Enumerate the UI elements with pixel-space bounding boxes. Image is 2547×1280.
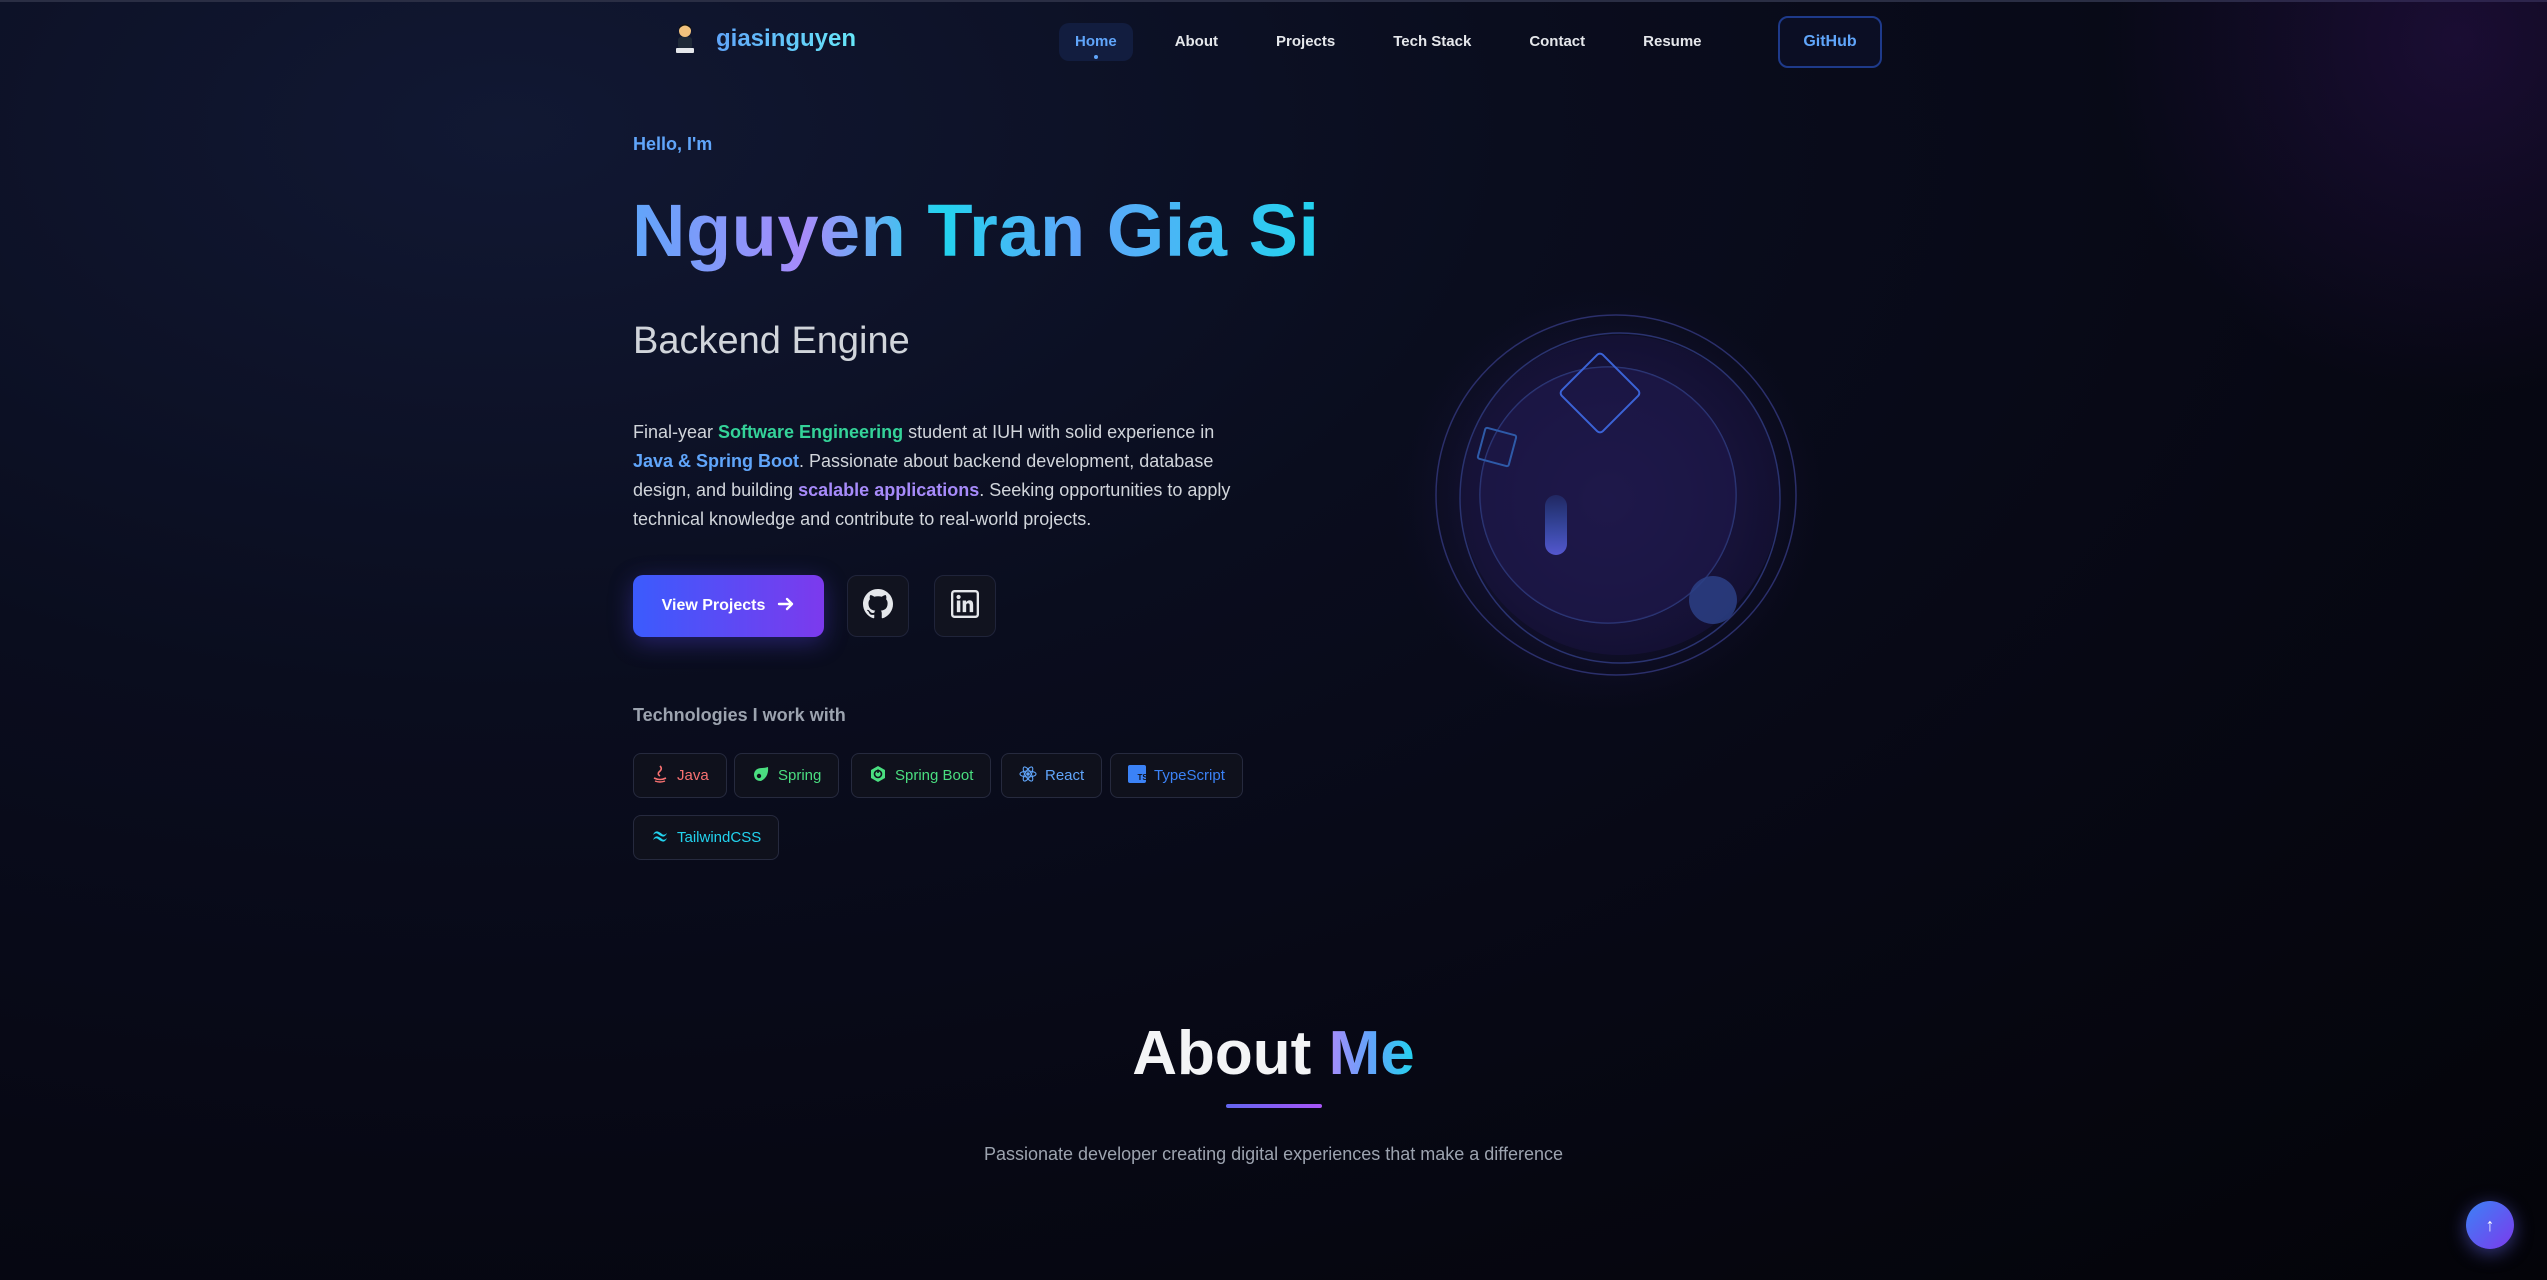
desc-highlight-java-spring: Java & Spring Boot — [633, 451, 800, 471]
svg-text:TS: TS — [1138, 773, 1147, 782]
tech-chip-spring-boot[interactable]: Spring Boot — [851, 753, 992, 798]
typescript-icon: TS — [1128, 764, 1148, 787]
desc-text: Final-year — [633, 422, 719, 442]
nav-link-resume[interactable]: Resume — [1627, 23, 1717, 61]
about-divider — [1226, 1104, 1322, 1108]
tech-chip-label: Spring — [778, 767, 822, 784]
tech-chip-react[interactable]: React — [1001, 753, 1103, 798]
nav-link-contact[interactable]: Contact — [1513, 23, 1601, 61]
hero-description: Final-year Software Engineering student … — [633, 418, 1253, 534]
desc-highlight-software-engineering: Software Engineering — [718, 422, 904, 442]
brand-name: giasinguyen — [716, 25, 857, 52]
tech-chip-java[interactable]: Java — [633, 753, 727, 798]
about-title: About Me — [0, 1018, 2547, 1089]
about-title-highlight: Me — [1328, 1019, 1415, 1088]
tech-chip-label: TailwindCSS — [677, 829, 762, 846]
nav-link-home[interactable]: Home — [1059, 23, 1133, 61]
desc-highlight-scalable: scalable applications — [798, 480, 980, 500]
hero-role: Backend Engine — [633, 320, 910, 362]
tech-chip-label: Java — [677, 767, 709, 784]
nav-links: Home About Projects Tech Stack Contact R… — [1059, 23, 1744, 61]
desc-text: student at IUH with solid experience in — [903, 422, 1215, 442]
hero-name: Nguyen Tran Gia Si — [632, 189, 1320, 272]
linkedin-social-button[interactable] — [934, 575, 996, 637]
tailwind-icon — [651, 827, 669, 849]
react-icon — [1019, 765, 1037, 787]
technologies-title: Technologies I work with — [633, 705, 846, 725]
tech-chip-tailwindcss[interactable]: TailwindCSS — [633, 815, 780, 860]
github-button[interactable]: GitHub — [1778, 16, 1882, 68]
tech-chip-spring[interactable]: Spring — [734, 753, 840, 798]
tech-chip-typescript[interactable]: TS TypeScript — [1110, 753, 1243, 798]
hero-illustration — [1380, 285, 1840, 715]
view-projects-button[interactable]: View Projects — [633, 575, 824, 637]
tech-chip-label: Spring Boot — [895, 767, 974, 784]
tech-chip-label: React — [1045, 767, 1085, 784]
nav-link-about[interactable]: About — [1159, 23, 1234, 61]
spring-icon — [752, 765, 770, 787]
java-icon — [651, 764, 669, 787]
scroll-to-top-button[interactable]: ↑ — [2466, 1201, 2514, 1249]
nav-link-tech-stack[interactable]: Tech Stack — [1377, 23, 1487, 61]
github-icon — [863, 588, 893, 624]
hero-greeting: Hello, I'm — [633, 134, 713, 154]
brand[interactable]: giasinguyen — [670, 22, 856, 56]
tech-chip-label: TypeScript — [1154, 767, 1225, 784]
navbar: giasinguyen Home About Projects Tech Sta… — [0, 0, 2547, 84]
about-subtitle: Passionate developer creating digital ex… — [983, 1144, 1564, 1164]
github-social-button[interactable] — [847, 575, 909, 637]
view-projects-label: View Projects — [661, 597, 766, 614]
nav-link-projects[interactable]: Projects — [1260, 23, 1351, 61]
about-title-word: About — [1132, 1019, 1312, 1088]
arrow-right-icon — [777, 595, 795, 618]
linkedin-icon — [951, 589, 979, 623]
brand-avatar-icon — [670, 22, 700, 56]
spring-boot-icon — [869, 765, 887, 787]
